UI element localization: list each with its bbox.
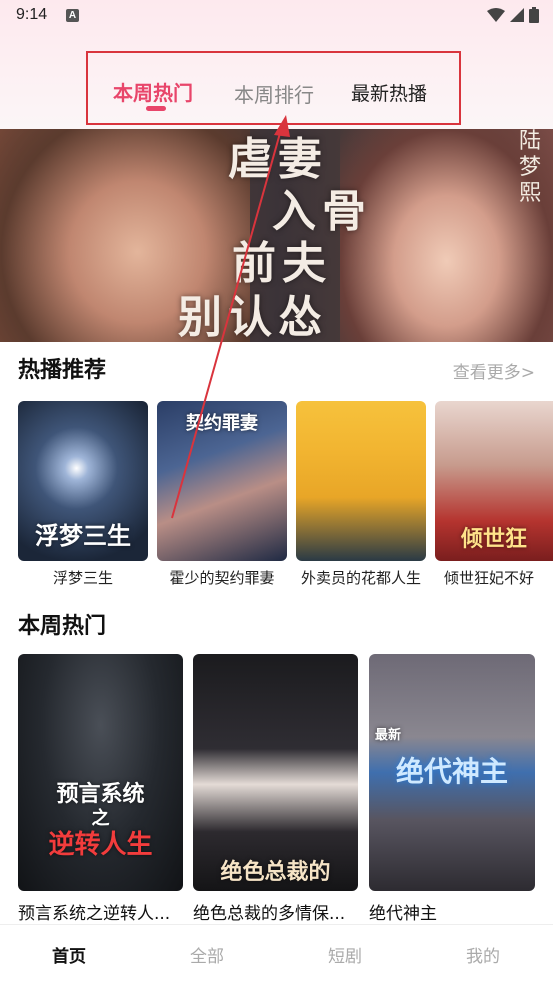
nav-home[interactable]: 首页 (19, 942, 119, 967)
weekly-item-name: 预言系统之逆转人... (18, 904, 171, 924)
wifi-icon (487, 8, 505, 22)
hot-poster: 浮梦三生 (18, 401, 148, 561)
status-icons (487, 7, 539, 23)
active-tab-indicator (146, 106, 166, 111)
weekly-card-3[interactable]: 最新 绝代神主 绝代神主 (369, 654, 535, 924)
nav-all[interactable]: 全部 (157, 942, 257, 967)
hot-item-name: 浮梦三生 (52, 569, 113, 587)
status-bar: 9:14 A (0, 0, 553, 32)
hot-card-3[interactable]: 外卖员的花都人生 (296, 401, 426, 588)
poster-title: 倾世狂 (460, 526, 527, 552)
hot-poster: 倾世狂 (435, 401, 553, 561)
poster-line-3: 逆转人生 (48, 830, 153, 860)
hot-card-4[interactable]: 倾世狂 倾世狂妃不好 (435, 401, 553, 588)
weekly-poster: 绝色总裁的 (193, 654, 358, 891)
banner-side-name: 陆梦熙 (518, 129, 541, 206)
weekly-poster: 最新 绝代神主 (369, 654, 535, 891)
status-time: 9:14 (16, 6, 48, 23)
nav-mine[interactable]: 我的 (433, 942, 533, 967)
tab-weekly-ranking[interactable]: 本周排行 (234, 79, 314, 108)
weekly-card-2[interactable]: 绝色总裁的 绝色总裁的多情保... (193, 654, 358, 924)
hot-section-title: 热播推荐 (18, 358, 107, 383)
weekly-poster: 预言系统 之 逆转人生 (18, 654, 183, 891)
top-tabs: 本周热门 本周排行 最新热播 (86, 51, 461, 125)
weekly-card-1[interactable]: 预言系统 之 逆转人生 预言系统之逆转人... (18, 654, 183, 924)
notification-a-icon: A (66, 9, 79, 22)
hot-item-name: 倾世狂妃不好 (444, 569, 535, 587)
hot-item-name: 霍少的契约罪妻 (169, 569, 275, 587)
hot-card-2[interactable]: 契约罪妻 霍少的契约罪妻 (157, 401, 287, 588)
bottom-nav: 首页 全部 短剧 我的 (0, 924, 553, 984)
poster-title: 契约罪妻 (186, 413, 258, 434)
weekly-item-name: 绝代神主 (369, 904, 437, 924)
weekly-section-title: 本周热门 (18, 614, 107, 639)
battery-icon (529, 7, 539, 23)
see-more-link[interactable]: 查看更多> (453, 358, 535, 383)
banner-title-line-4: 别认怂 (178, 292, 328, 342)
hot-card-1[interactable]: 浮梦三生 浮梦三生 (18, 401, 148, 588)
poster-title: 浮梦三生 (35, 521, 131, 550)
hot-poster: 契约罪妻 (157, 401, 287, 561)
tab-weekly-hot[interactable]: 本周热门 (113, 77, 193, 106)
poster-line-1: 绝色总裁的 (220, 859, 331, 885)
hero-banner[interactable]: 虐妻 入骨 前夫 别认怂 陆梦熙 (0, 129, 553, 342)
hot-item-name: 外卖员的花都人生 (300, 569, 421, 587)
poster-badge: 最新 (375, 728, 402, 743)
nav-short-drama[interactable]: 短剧 (295, 942, 395, 967)
weekly-item-name: 绝色总裁的多情保... (193, 904, 346, 924)
poster-line-1: 绝代神主 (395, 755, 508, 788)
tab-latest-hits[interactable]: 最新热播 (351, 79, 427, 106)
signal-icon (510, 8, 524, 22)
hot-poster (296, 401, 426, 561)
